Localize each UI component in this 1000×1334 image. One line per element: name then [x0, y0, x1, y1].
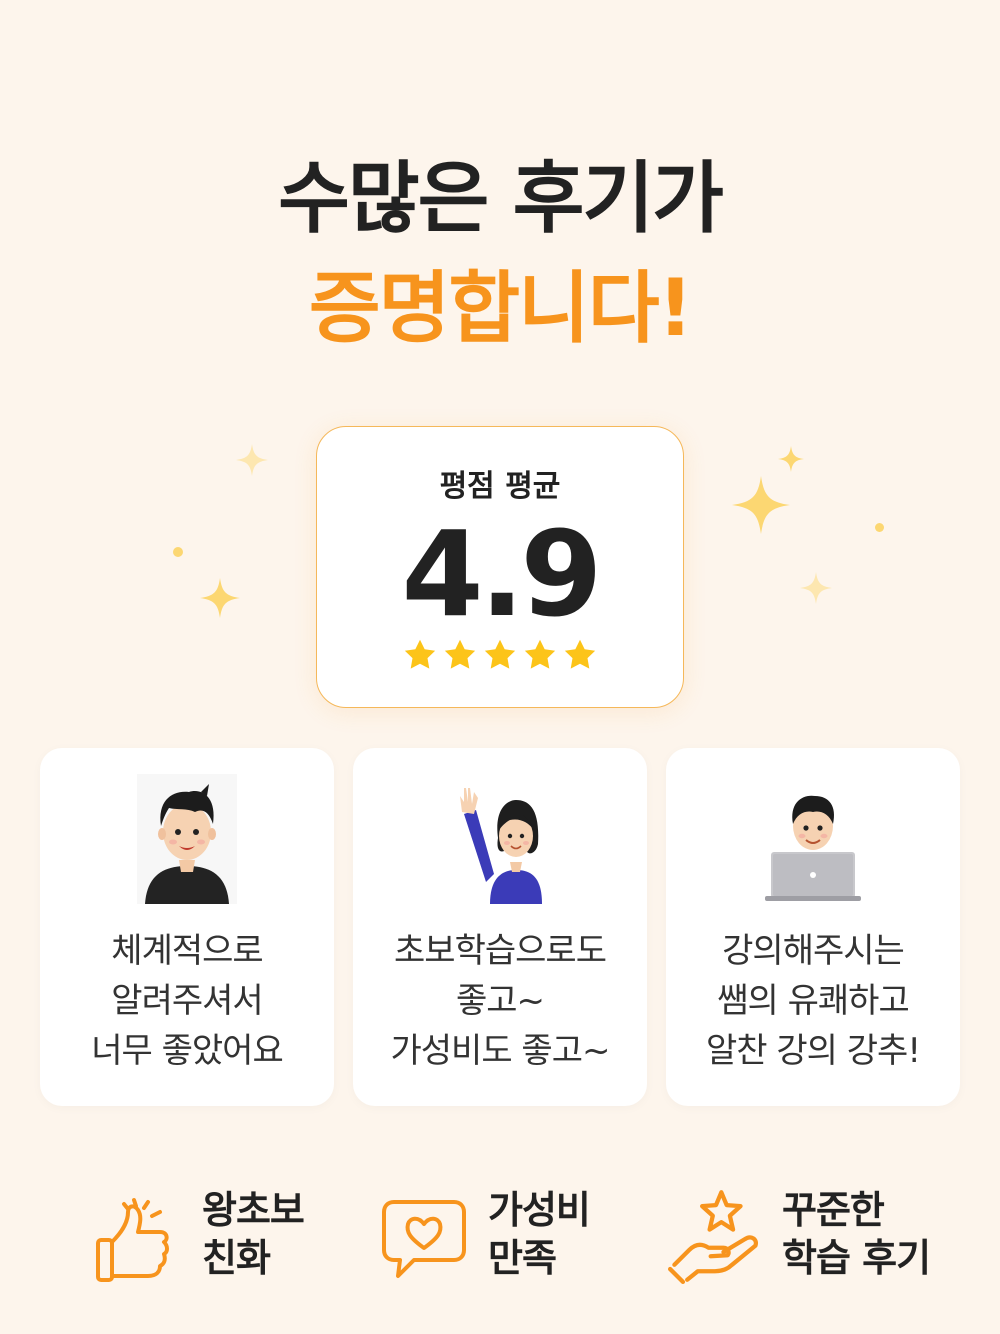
sparkle-icon	[236, 444, 268, 476]
review-text-line: 좋고~	[455, 981, 545, 1021]
headline-line-2: 증명합니다!	[308, 264, 693, 354]
star-icon	[564, 639, 596, 669]
feature-label-line: 가성비	[488, 1188, 591, 1232]
sparkle-icon	[778, 446, 804, 472]
man-black-shirt-avatar	[137, 774, 237, 904]
rating-value: 4.9	[401, 505, 602, 643]
review-text-line: 알찬 강의 강추!	[706, 1031, 921, 1071]
rating-label: 평점 평균	[439, 469, 561, 504]
sparkle-icon	[800, 572, 832, 604]
review-text-line: 강의해주시는	[722, 931, 905, 971]
star-icon	[484, 639, 516, 669]
review-text-line: 알려주셔서	[111, 981, 263, 1021]
sparkle-icon	[732, 476, 790, 534]
woman-waving-avatar	[450, 774, 550, 904]
review-card: 강의해주시는 쌤의 유쾌하고 알찬 강의 강추!	[666, 748, 960, 1106]
man-laptop-avatar	[763, 774, 863, 904]
star-icon	[444, 639, 476, 669]
feature-label-line: 만족	[488, 1236, 557, 1280]
star-icon	[404, 639, 436, 669]
hand-star-icon	[668, 1190, 758, 1284]
heart-speech-bubble-icon	[382, 1200, 466, 1278]
feature-label-line: 학습 후기	[782, 1236, 931, 1280]
sparkle-dot-icon	[875, 523, 884, 532]
thumbs-up-icon	[96, 1198, 169, 1282]
review-text-line: 체계적으로	[111, 931, 263, 971]
sparkle-icon	[200, 578, 240, 618]
review-card: 초보학습으로도 좋고~ 가성비도 좋고~	[353, 748, 647, 1106]
review-text-line: 쌤의 유쾌하고	[717, 981, 910, 1021]
rating-card: 평점 평균 4.9	[316, 426, 684, 708]
sparkle-dot-icon	[173, 547, 183, 557]
review-text-line: 가성비도 좋고~	[390, 1031, 611, 1071]
star-icon	[524, 639, 556, 669]
feature-label-line: 꾸준한	[782, 1188, 885, 1232]
review-text-line: 초보학습으로도	[394, 931, 607, 971]
feature-label-line: 친화	[202, 1236, 271, 1280]
review-card: 체계적으로 알려주셔서 너무 좋았어요	[40, 748, 334, 1106]
headline-line-1: 수많은 후기가	[278, 154, 724, 244]
feature-label-line: 왕초보	[202, 1188, 305, 1232]
star-rating	[317, 637, 683, 673]
review-text-line: 너무 좋았어요	[91, 1031, 284, 1071]
